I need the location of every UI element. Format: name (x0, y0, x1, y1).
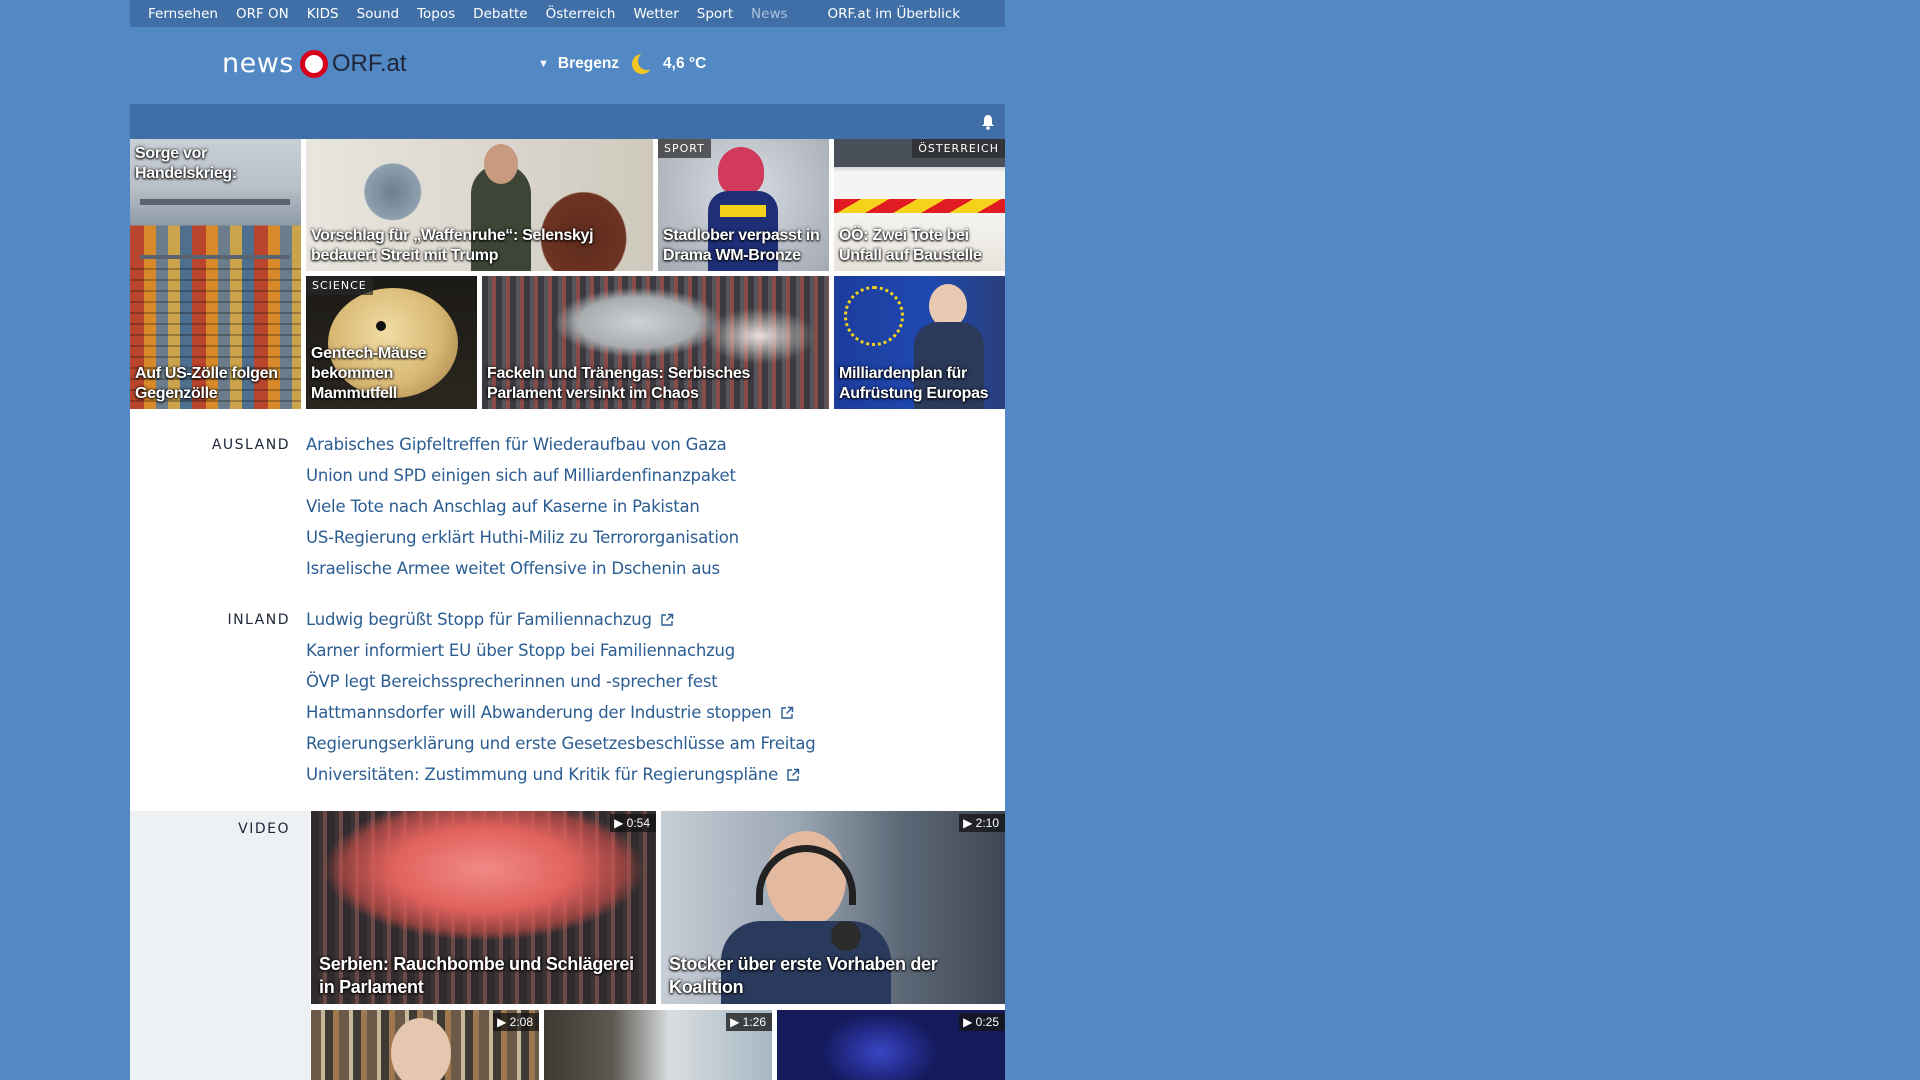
teaser-handelskrieg-title: Auf US-Zölle folgen Gegenzölle (135, 365, 278, 402)
video-title: Serbien: Rauchbombe und Schlägerei in Pa… (319, 954, 634, 997)
headline-list-ausland: Arabisches Gipfeltreffen für Wiederaufba… (306, 435, 739, 590)
video-teaser-serbien[interactable]: ▶ 0:54 Serbien: Rauchbombe und Schlägere… (311, 811, 656, 1004)
teaser-science[interactable]: SCIENCE Gentech-Mäuse bekommen Mammutfel… (306, 276, 477, 409)
caret-down-icon[interactable]: ▼ (538, 58, 549, 70)
teaser-selenskyj[interactable]: Vorschlag für „Waffenruhe“: Selenskyj be… (306, 139, 653, 271)
teaser-oesterreich-title: OÖ: Zwei Tote bei Unfall auf Baustelle (839, 227, 982, 264)
category-tag-oesterreich: ÖSTERREICH (912, 139, 1005, 158)
video-duration: 0:25 (975, 1015, 999, 1029)
moon-icon (632, 53, 654, 74)
video-duration: 2:08 (509, 1015, 533, 1029)
teaser-sport[interactable]: SPORT Stadlober verpasst in Drama WM-Bro… (658, 139, 829, 271)
section-label-inland: INLAND (227, 612, 290, 628)
section-label-video: VIDEO (238, 821, 290, 837)
teaser-europa[interactable]: Milliardenplan für Aufrüstung Europas (834, 276, 1005, 409)
video-duration-badge: ▶ 0:54 (610, 814, 656, 832)
nav-item-kids[interactable]: KIDS (298, 6, 348, 22)
section-label-ausland: AUSLAND (211, 437, 290, 453)
list-item: Hattmannsdorfer will Abwanderung der Ind… (306, 703, 816, 734)
headline-link[interactable]: Union und SPD einigen sich auf Milliarde… (306, 466, 736, 485)
list-item: Viele Tote nach Anschlag auf Kaserne in … (306, 497, 739, 528)
logo-orf-text: ORF.at (331, 49, 407, 77)
headline-link[interactable]: ÖVP legt Bereichssprecherinnen und -spre… (306, 672, 718, 691)
weather-city[interactable]: Bregenz (558, 55, 619, 73)
headline-link[interactable]: US-Regierung erklärt Huthi-Miliz zu Terr… (306, 528, 739, 547)
headline-list-inland: Ludwig begrüßt Stopp für Familiennachzug… (306, 610, 816, 796)
video-duration: 2:10 (975, 816, 999, 830)
logo-news-text: news (222, 48, 294, 79)
weather-temperature: 4,6 °C (663, 55, 707, 72)
nav-item-debatte[interactable]: Debatte (464, 6, 536, 22)
video-section-sidebar (130, 811, 310, 1080)
list-item: Israelische Armee weitet Offensive in Ds… (306, 559, 739, 590)
top-navigation: Fernsehen ORF ON KIDS Sound Topos Debatt… (130, 0, 1005, 27)
panel-header-bar (130, 104, 1005, 139)
teaser-serbien[interactable]: Fackeln und Tränengas: Serbisches Parlam… (482, 276, 829, 409)
external-link-icon (661, 613, 674, 626)
nav-item-news[interactable]: News (742, 6, 796, 22)
category-tag-science: SCIENCE (306, 276, 373, 295)
teaser-sport-title: Stadlober verpasst in Drama WM-Bronze (663, 227, 820, 264)
video-teaser-small-2[interactable]: ▶ 1:26 (544, 1010, 772, 1080)
nav-item-overview[interactable]: ORF.at im Überblick (819, 6, 970, 22)
list-item: Arabisches Gipfeltreffen für Wiederaufba… (306, 435, 739, 466)
video-duration-badge: ▶ 2:08 (493, 1013, 539, 1031)
video-duration: 0:54 (626, 816, 650, 830)
nav-item-topos[interactable]: Topos (408, 6, 464, 22)
video-teaser-stocker[interactable]: ▶ 2:10 Stocker über erste Vorhaben der K… (661, 811, 1005, 1004)
teaser-oesterreich[interactable]: ÖSTERREICH OÖ: Zwei Tote bei Unfall auf … (834, 139, 1005, 271)
headline-link[interactable]: Hattmannsdorfer will Abwanderung der Ind… (306, 703, 772, 722)
list-item: Union und SPD einigen sich auf Milliarde… (306, 466, 739, 497)
nav-item-oesterreich[interactable]: Österreich (537, 6, 625, 22)
external-link-icon (787, 768, 800, 781)
external-link-icon (780, 706, 793, 719)
nav-item-sound[interactable]: Sound (348, 6, 409, 22)
nav-item-fernsehen[interactable]: Fernsehen (130, 6, 227, 22)
headline-link[interactable]: Universitäten: Zustimmung und Kritik für… (306, 765, 778, 784)
headline-link[interactable]: Karner informiert EU über Stopp bei Fami… (306, 641, 735, 660)
weather-widget[interactable]: ▼ Bregenz 4,6 °C (538, 53, 706, 75)
orf-ring-icon (299, 49, 328, 78)
video-duration-badge: ▶ 0:25 (959, 1013, 1005, 1031)
category-tag-sport: SPORT (658, 139, 711, 158)
list-item: US-Regierung erklärt Huthi-Miliz zu Terr… (306, 528, 739, 559)
headline-link[interactable]: Arabisches Gipfeltreffen für Wiederaufba… (306, 435, 727, 454)
nav-item-wetter[interactable]: Wetter (624, 6, 687, 22)
nav-item-orf-on[interactable]: ORF ON (227, 6, 298, 22)
list-item: ÖVP legt Bereichssprecherinnen und -spre… (306, 672, 816, 703)
list-item: Universitäten: Zustimmung und Kritik für… (306, 765, 816, 796)
headline-link[interactable]: Ludwig begrüßt Stopp für Familiennachzug (306, 610, 652, 629)
teaser-europa-title: Milliardenplan für Aufrüstung Europas (839, 365, 989, 402)
list-item: Ludwig begrüßt Stopp für Familiennachzug (306, 610, 816, 641)
teaser-serbien-title: Fackeln und Tränengas: Serbisches Parlam… (487, 365, 751, 402)
video-duration-badge: ▶ 1:26 (726, 1013, 772, 1031)
headline-link[interactable]: Israelische Armee weitet Offensive in Ds… (306, 559, 720, 578)
bell-icon[interactable] (981, 114, 995, 130)
video-teaser-small-3[interactable]: ▶ 0:25 (777, 1010, 1005, 1080)
list-item: Karner informiert EU über Stopp bei Fami… (306, 641, 816, 672)
site-logo[interactable]: news ORF.at (222, 48, 407, 79)
video-duration: 1:26 (742, 1015, 766, 1029)
nav-item-sport[interactable]: Sport (688, 6, 742, 22)
headline-link[interactable]: Viele Tote nach Anschlag auf Kaserne in … (306, 497, 700, 516)
teaser-selenskyj-title: Vorschlag für „Waffenruhe“: Selenskyj be… (311, 227, 594, 264)
video-title: Stocker über erste Vorhaben der Koalitio… (669, 954, 938, 997)
list-item: Regierungserklärung und erste Gesetzesbe… (306, 734, 816, 765)
headline-link[interactable]: Regierungserklärung und erste Gesetzesbe… (306, 734, 816, 753)
video-teaser-small-1[interactable]: ▶ 2:08 (311, 1010, 539, 1080)
teaser-science-title: Gentech-Mäuse bekommen Mammutfell (311, 345, 427, 402)
teaser-handelskrieg-kicker: Sorge vor Handelskrieg: (135, 145, 237, 182)
teaser-handelskrieg[interactable]: Sorge vor Handelskrieg: Auf US-Zölle fol… (130, 139, 301, 409)
video-duration-badge: ▶ 2:10 (959, 814, 1005, 832)
